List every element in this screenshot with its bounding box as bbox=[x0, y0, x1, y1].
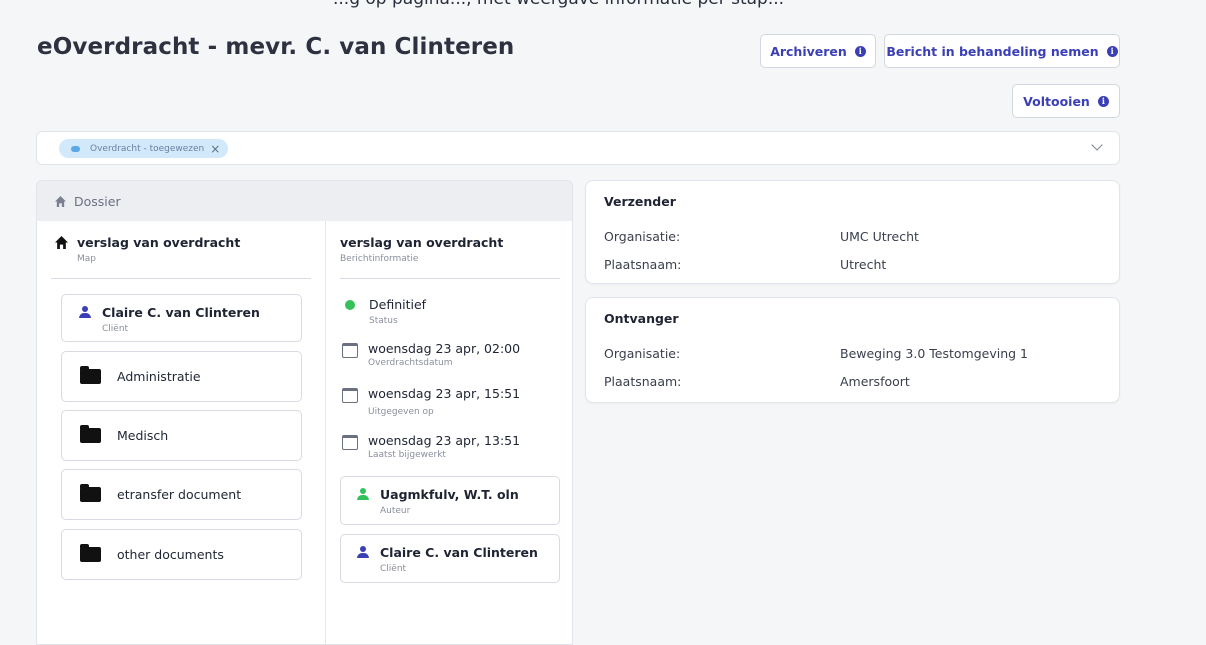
date-value: woensdag 23 apr, 02:00 bbox=[368, 341, 521, 356]
take-message-label: Bericht in behandeling nemen bbox=[886, 43, 1099, 59]
status-row: Definitief Status bbox=[342, 297, 426, 326]
client-card[interactable]: Claire C. van Clinteren Cliënt bbox=[61, 294, 302, 342]
issued-date-row: woensdag 23 apr, 15:51 Uitgegeven op bbox=[342, 386, 520, 417]
take-message-button[interactable]: Bericht in behandeling nemen i bbox=[884, 34, 1120, 68]
transfer-date-row: woensdag 23 apr, 02:00 Overdrachtsdatum bbox=[342, 341, 520, 368]
date-label: Laatst bijgewerkt bbox=[368, 450, 446, 460]
archive-button[interactable]: Archiveren i bbox=[760, 34, 876, 68]
dossier-header[interactable]: Dossier bbox=[37, 181, 572, 221]
date-value: woensdag 23 apr, 15:51 bbox=[368, 386, 521, 401]
status-dot-icon bbox=[345, 300, 355, 310]
message-title: verslag van overdracht bbox=[340, 235, 504, 250]
folder-etransfer-document[interactable]: etransfer document bbox=[61, 469, 302, 520]
author-card[interactable]: Uagmkfulv, W.T. oln Auteur bbox=[340, 476, 560, 525]
date-label: Overdrachtsdatum bbox=[368, 358, 453, 368]
complete-button[interactable]: Voltooien i bbox=[1012, 84, 1120, 118]
divider bbox=[340, 278, 560, 279]
folder-icon bbox=[80, 366, 101, 384]
receiver-org-label: Organisatie: bbox=[604, 346, 681, 361]
folder-subtitle: Map bbox=[77, 254, 96, 264]
info-icon: i bbox=[1106, 45, 1118, 57]
status-label: Status bbox=[369, 316, 398, 326]
sender-org-value: UMC Utrecht bbox=[840, 229, 919, 244]
divider bbox=[51, 278, 311, 279]
dossier-panel: Dossier verslag van overdracht Map Clair… bbox=[36, 180, 573, 645]
dossier-title: Dossier bbox=[74, 193, 121, 209]
status-tag-label: Overdracht - toegewezen bbox=[90, 143, 205, 154]
date-label: Uitgegeven op bbox=[368, 407, 434, 417]
tag-icon bbox=[71, 145, 80, 152]
updated-date-row: woensdag 23 apr, 13:51 Laatst bijgewerkt bbox=[342, 433, 520, 460]
author-name: Uagmkfulv, W.T. oln bbox=[380, 487, 519, 502]
sender-city-value: Utrecht bbox=[840, 257, 887, 272]
folder-title: verslag van overdracht bbox=[77, 235, 241, 250]
tag-filter-bar[interactable]: Overdracht - toegewezen × bbox=[36, 131, 1120, 165]
calendar-icon bbox=[342, 388, 358, 403]
message-subtitle: Berichtinformatie bbox=[340, 254, 419, 264]
client-role: Cliënt bbox=[380, 564, 407, 574]
calendar-icon bbox=[342, 435, 358, 450]
client-name: Claire C. van Clinteren bbox=[102, 305, 260, 320]
message-info-column: verslag van overdracht Berichtinformatie… bbox=[325, 221, 572, 644]
top-cut-text: ...g op pagina..., met weergave informat… bbox=[0, 0, 1206, 20]
folder-other-documents[interactable]: other documents bbox=[61, 529, 302, 580]
info-icon: i bbox=[854, 45, 866, 57]
sender-panel: Verzender Organisatie: UMC Utrecht Plaat… bbox=[585, 180, 1120, 284]
client-role: Cliënt bbox=[102, 324, 129, 334]
current-folder: verslag van overdracht Map bbox=[55, 235, 240, 264]
receiver-org-value: Beweging 3.0 Testomgeving 1 bbox=[840, 346, 1028, 361]
folder-icon bbox=[80, 544, 101, 562]
date-value: woensdag 23 apr, 13:51 bbox=[368, 433, 521, 448]
page-title: eOverdracht - mevr. C. van Clinteren bbox=[37, 34, 515, 60]
sender-org-label: Organisatie: bbox=[604, 229, 681, 244]
folder-column: verslag van overdracht Map Claire C. van… bbox=[37, 221, 325, 644]
close-icon[interactable]: × bbox=[210, 142, 220, 156]
sender-city-label: Plaatsnaam: bbox=[604, 257, 682, 272]
sender-title: Verzender bbox=[604, 194, 676, 209]
person-icon bbox=[357, 546, 369, 558]
message-client-card[interactable]: Claire C. van Clinteren Cliënt bbox=[340, 534, 560, 583]
status-value: Definitief bbox=[369, 297, 427, 312]
receiver-city-value: Amersfoort bbox=[840, 374, 910, 389]
archive-label: Archiveren bbox=[770, 43, 847, 59]
info-icon: i bbox=[1097, 95, 1109, 107]
person-icon bbox=[79, 306, 91, 318]
receiver-city-label: Plaatsnaam: bbox=[604, 374, 682, 389]
folder-label: Administratie bbox=[117, 369, 201, 384]
folder-icon bbox=[80, 425, 101, 443]
client-name: Claire C. van Clinteren bbox=[380, 545, 538, 560]
status-tag: Overdracht - toegewezen × bbox=[59, 139, 229, 158]
folder-icon bbox=[80, 484, 101, 502]
home-icon bbox=[55, 195, 66, 207]
folder-administratie[interactable]: Administratie bbox=[61, 351, 302, 402]
chevron-down-icon[interactable] bbox=[1091, 139, 1103, 151]
author-role: Auteur bbox=[380, 506, 411, 516]
folder-label: Medisch bbox=[117, 428, 169, 443]
folder-label: other documents bbox=[117, 547, 224, 562]
calendar-icon bbox=[342, 343, 358, 358]
folder-medisch[interactable]: Medisch bbox=[61, 410, 302, 461]
complete-label: Voltooien bbox=[1023, 93, 1090, 109]
receiver-title: Ontvanger bbox=[604, 311, 679, 326]
person-icon bbox=[357, 488, 369, 500]
receiver-panel: Ontvanger Organisatie: Beweging 3.0 Test… bbox=[585, 297, 1120, 403]
folder-label: etransfer document bbox=[117, 487, 242, 502]
home-icon bbox=[55, 236, 68, 249]
